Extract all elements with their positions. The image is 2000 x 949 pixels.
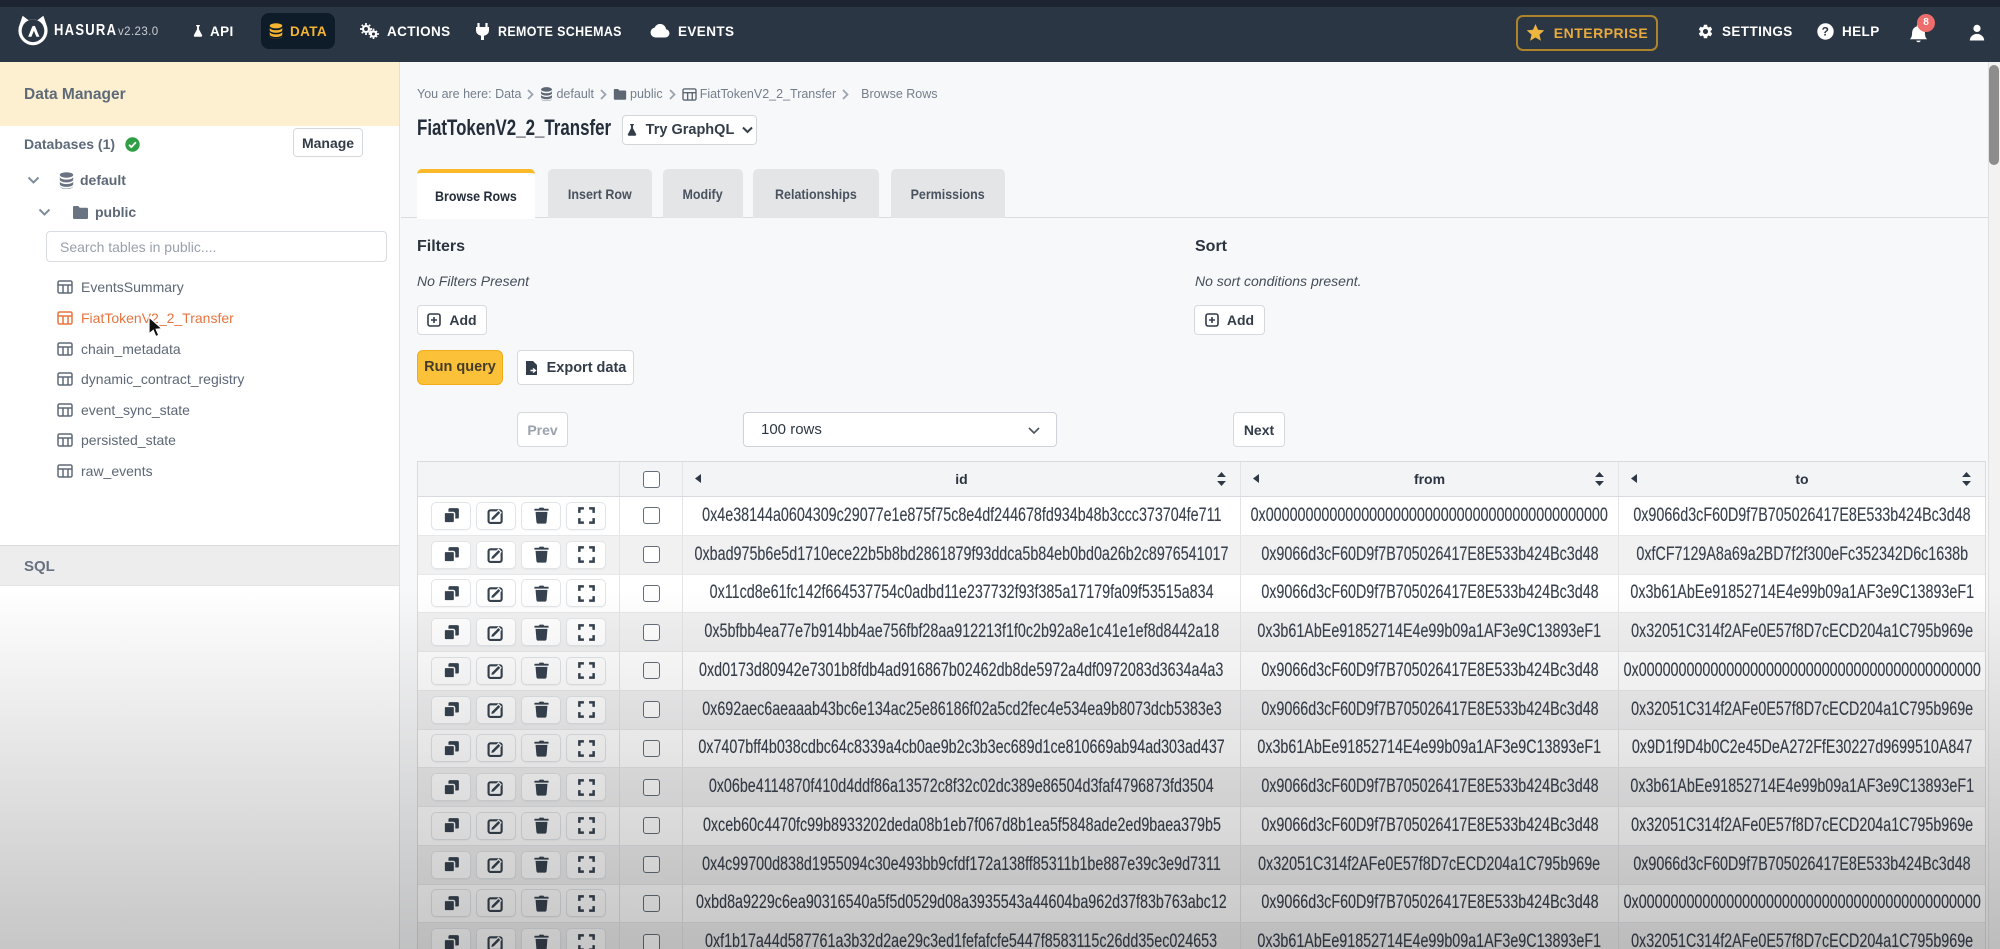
svg-text:?: ? bbox=[1822, 24, 1830, 38]
